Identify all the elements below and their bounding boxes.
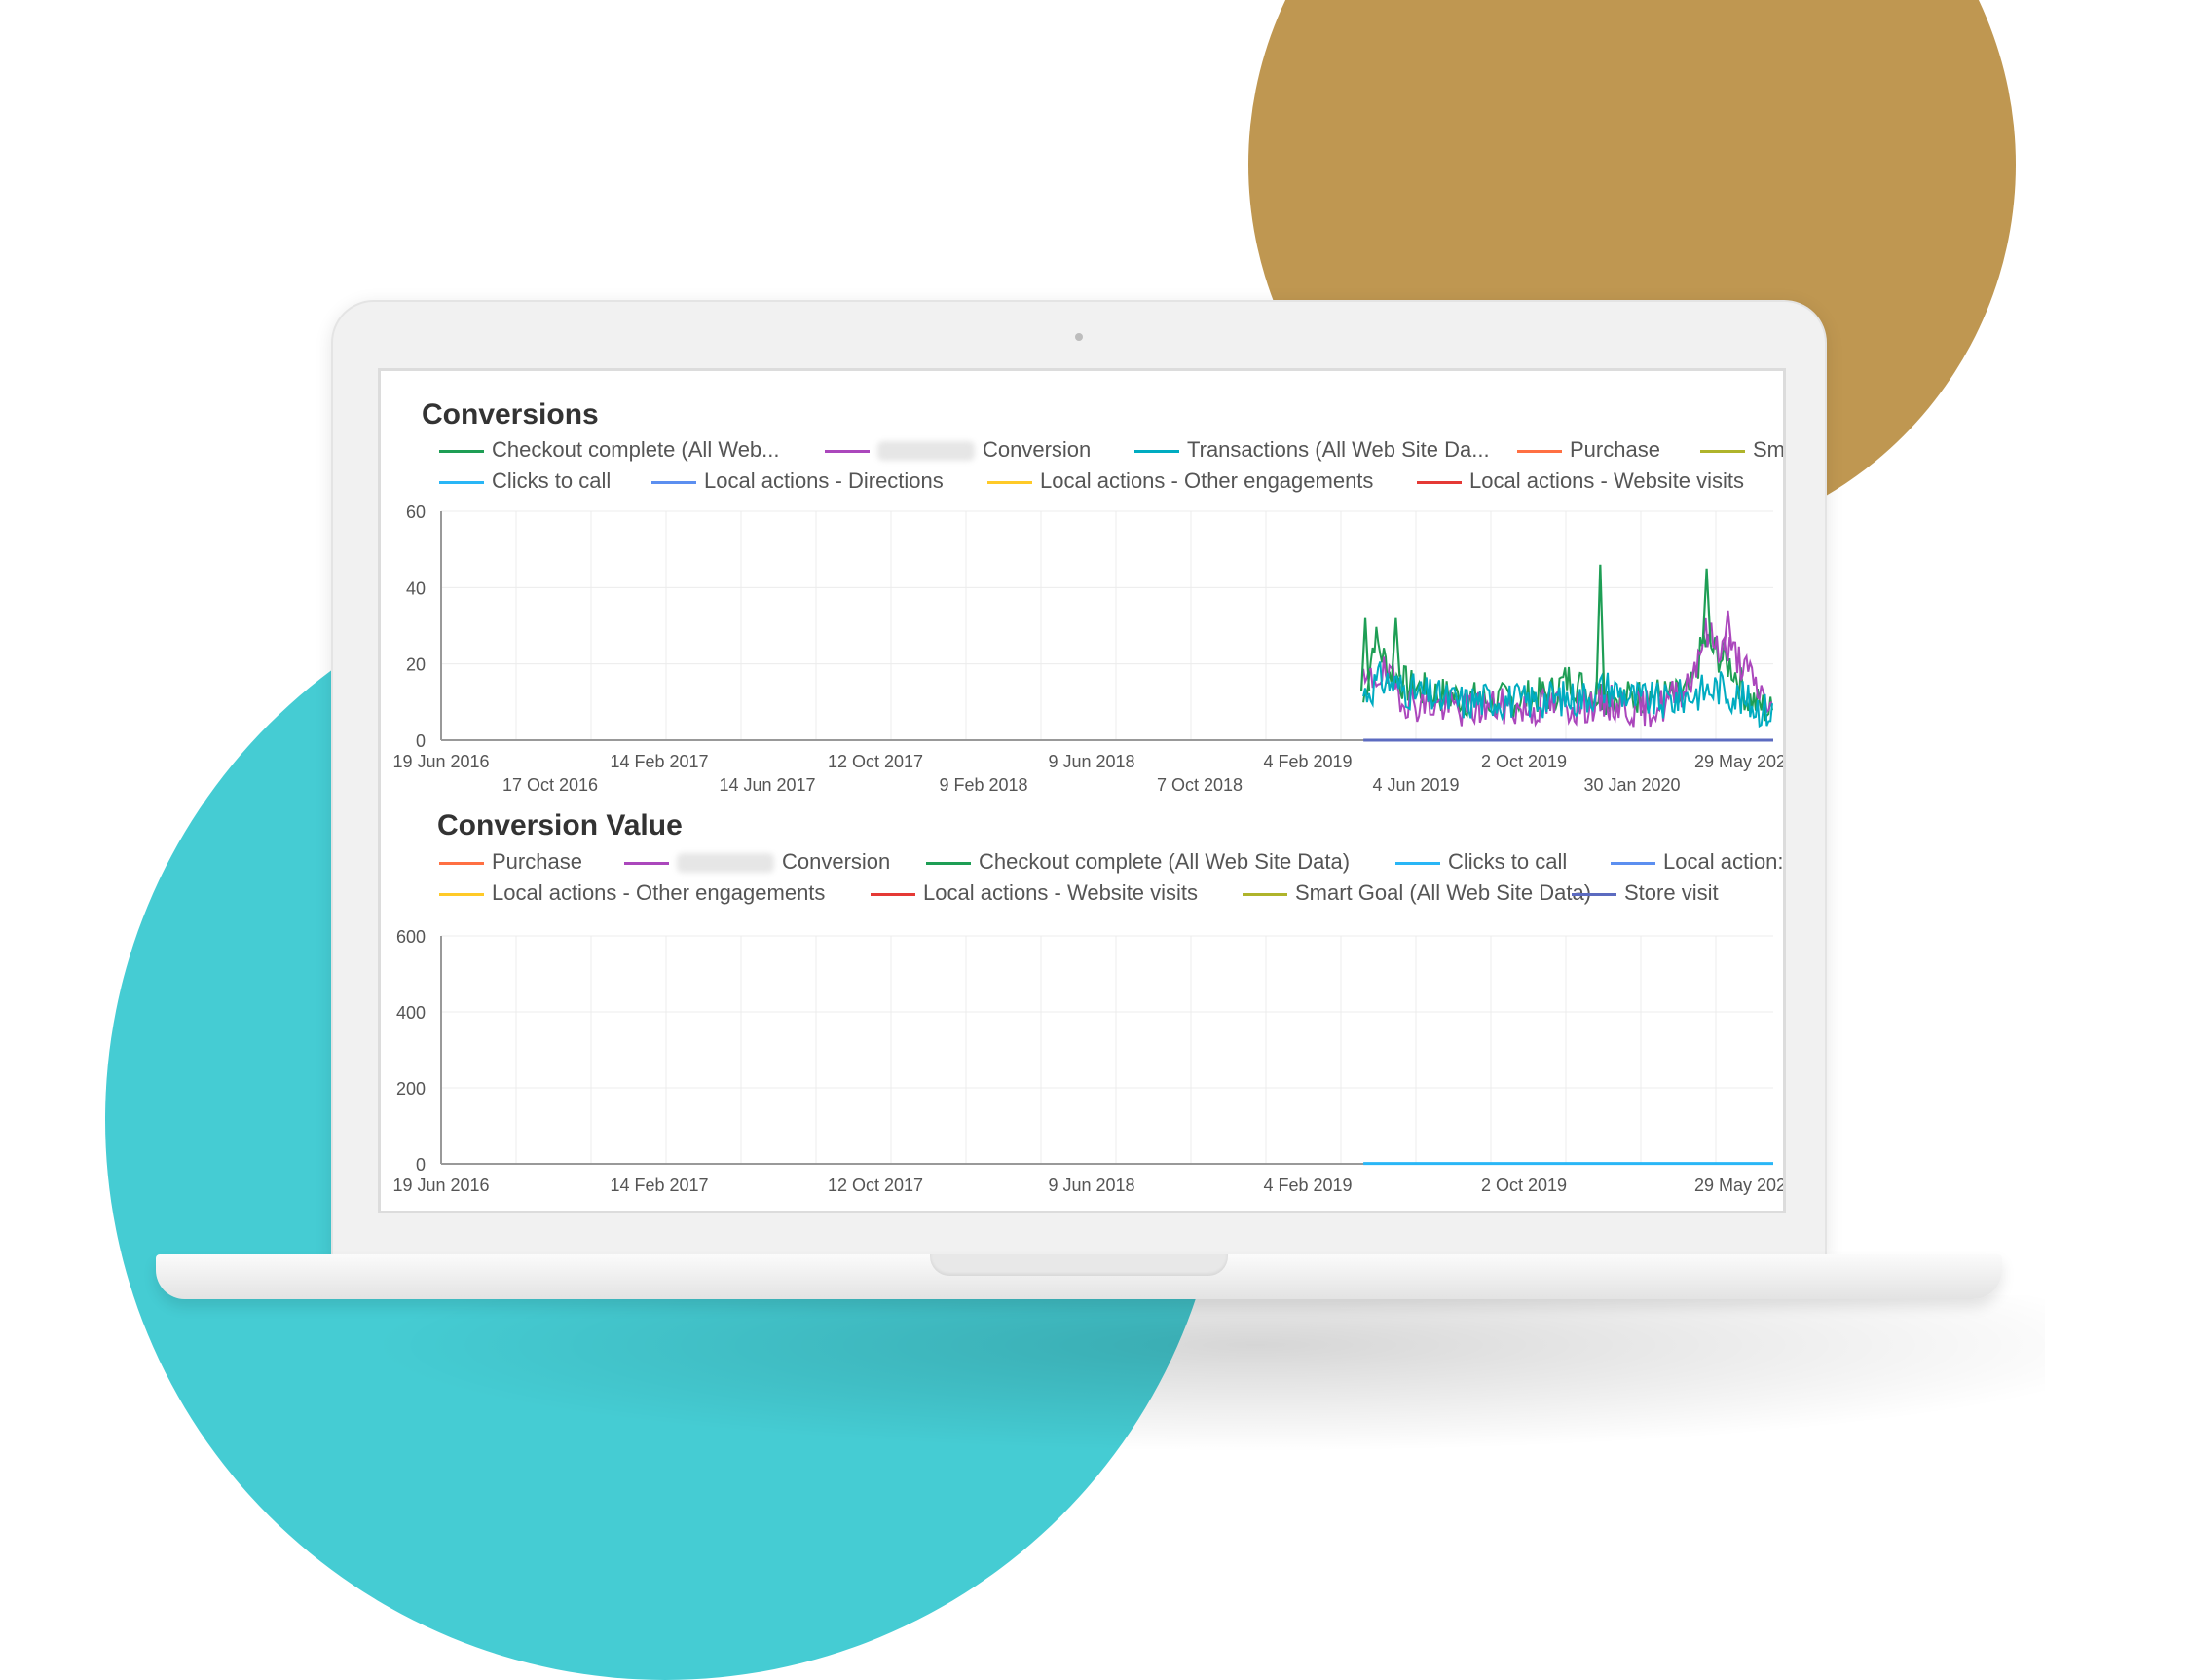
laptop-base — [156, 1254, 2002, 1299]
legend-item[interactable]: Conversion — [624, 847, 890, 877]
x-tick-label: 17 Oct 2016 — [502, 775, 598, 795]
legend-item[interactable]: Clicks to call — [439, 467, 611, 496]
legend-item[interactable]: Sm — [1700, 435, 1785, 465]
legend-label: Store visit — [1624, 880, 1719, 905]
webcam-icon — [1075, 333, 1083, 341]
legend-swatch — [439, 892, 484, 896]
y-tick-label: 40 — [406, 579, 426, 598]
legend-label: Checkout complete (All Web Site Data) — [979, 849, 1351, 874]
legend-label: Smart Goal (All Web Site Data) — [1295, 880, 1592, 905]
legend-item[interactable]: Local actions - Other engagements — [439, 878, 825, 908]
spike-mark — [1595, 564, 1606, 695]
legend-swatch — [624, 861, 669, 865]
legend-swatch — [987, 480, 1032, 484]
legend-swatch — [1700, 449, 1745, 453]
legend-item[interactable]: Conversion — [825, 435, 1091, 465]
legend-swatch — [1611, 861, 1655, 865]
legend-label: Local actions - Directions — [704, 468, 944, 493]
legend-label: Local actions - Website visits — [1469, 468, 1745, 493]
legend-label: Clicks to call — [492, 468, 612, 493]
redacted-text — [677, 853, 774, 874]
legend-label: Conversion — [782, 849, 891, 874]
legend-label: Transactions (All Web Site Da... — [1187, 437, 1490, 462]
spike-mark — [1723, 610, 1733, 651]
x-tick-label: 30 Jan 2020 — [1583, 775, 1680, 795]
legend-swatch — [1243, 892, 1287, 896]
legend-label: Sm — [1753, 437, 1785, 462]
legend-swatch — [439, 861, 484, 865]
x-tick-label: 7 Oct 2018 — [1157, 775, 1243, 795]
y-tick-label: 20 — [406, 655, 426, 675]
legend-label: Checkout complete (All Web... — [492, 437, 780, 462]
legend-swatch — [1572, 892, 1616, 896]
legend-item[interactable]: Local actions - Website visits — [871, 878, 1198, 908]
trackpad-notch — [930, 1254, 1228, 1276]
legend-swatch — [651, 480, 696, 484]
conversion-value-title: Conversion Value — [437, 809, 683, 841]
legend-label: Purchase — [1570, 437, 1660, 462]
conversion-value-chart: 0 200 400 600 19 Jun 2016 14 Feb 2017 12 Oct 2… — [392, 927, 1783, 1195]
legend-swatch — [1517, 449, 1562, 453]
x-tick-label: 12 Oct 2017 — [828, 1176, 923, 1195]
x-tick-label: 9 Jun 2018 — [1048, 1176, 1134, 1195]
laptop-shadow — [292, 1295, 2045, 1461]
x-tick-label: 19 Jun 2016 — [392, 752, 489, 771]
legend-item[interactable]: Store visit — [1572, 878, 1719, 908]
legend-label: Local action: — [1663, 849, 1784, 874]
legend-label: Clicks to call — [1448, 849, 1568, 874]
x-tick-label: 29 May 202 — [1694, 752, 1783, 771]
conversions-title: Conversions — [422, 398, 599, 430]
legend-item[interactable]: Clicks to call — [1395, 847, 1567, 877]
x-tick-label: 14 Feb 2017 — [610, 752, 708, 771]
legend-item[interactable]: Local actions - Directions — [651, 467, 944, 496]
x-tick-label: 29 May 202 — [1694, 1176, 1783, 1195]
laptop-lid: Conversions Checkout complete (All Web..… — [331, 300, 1827, 1258]
x-tick-label: 14 Feb 2017 — [610, 1176, 708, 1195]
x-tick-label: 2 Oct 2019 — [1481, 1176, 1567, 1195]
legend-swatch — [1134, 449, 1179, 453]
y-tick-label: 600 — [396, 927, 426, 947]
legend-label: Local actions - Other engagements — [492, 880, 826, 905]
x-tick-label: 2 Oct 2019 — [1481, 752, 1567, 771]
legend-item[interactable]: Purchase — [1517, 435, 1660, 465]
legend-item[interactable]: Local actions - Other engagements — [987, 467, 1373, 496]
legend-label: Local actions - Other engagements — [1040, 468, 1374, 493]
legend-swatch — [871, 892, 915, 896]
legend-item[interactable]: Checkout complete (All Web Site Data) — [926, 847, 1350, 877]
x-tick-label: 9 Jun 2018 — [1048, 752, 1134, 771]
y-tick-label: 200 — [396, 1079, 426, 1099]
conversions-chart: 0 20 40 60 19 Jun 2016 14 Feb 2017 12 Oct 2017… — [392, 504, 1783, 795]
redacted-text — [877, 441, 975, 462]
legend-item[interactable]: Local actions - Website visits — [1417, 467, 1744, 496]
x-tick-label: 19 Jun 2016 — [392, 1176, 489, 1195]
y-tick-label: 0 — [416, 731, 426, 751]
x-tick-label: 12 Oct 2017 — [828, 752, 923, 771]
legend-item[interactable]: Local action: — [1611, 847, 1784, 877]
legend-item[interactable]: Smart Goal (All Web Site Data) — [1243, 878, 1591, 908]
legend-label: Purchase — [492, 849, 582, 874]
legend-item[interactable]: Transactions (All Web Site Da... — [1134, 435, 1490, 465]
legend-swatch — [825, 449, 870, 453]
laptop-screen: Conversions Checkout complete (All Web..… — [378, 368, 1786, 1213]
y-tick-label: 0 — [416, 1155, 426, 1175]
y-tick-label: 60 — [406, 504, 426, 522]
y-tick-label: 400 — [396, 1003, 426, 1023]
legend-swatch — [1417, 480, 1462, 484]
x-tick-label: 14 Jun 2017 — [719, 775, 815, 795]
legend-label: Local actions - Website visits — [923, 880, 1199, 905]
x-tick-label: 9 Feb 2018 — [939, 775, 1027, 795]
legend-item[interactable]: Checkout complete (All Web... — [439, 435, 780, 465]
legend-swatch — [439, 480, 484, 484]
x-tick-label: 4 Jun 2019 — [1372, 775, 1459, 795]
x-tick-label: 4 Feb 2019 — [1263, 1176, 1352, 1195]
legend-swatch — [926, 861, 971, 865]
x-tick-label: 4 Feb 2019 — [1263, 752, 1352, 771]
legend-label: Conversion — [983, 437, 1092, 462]
legend-item[interactable]: Purchase — [439, 847, 582, 877]
legend-swatch — [1395, 861, 1440, 865]
legend-swatch — [439, 449, 484, 453]
spike-mark — [1391, 617, 1401, 677]
